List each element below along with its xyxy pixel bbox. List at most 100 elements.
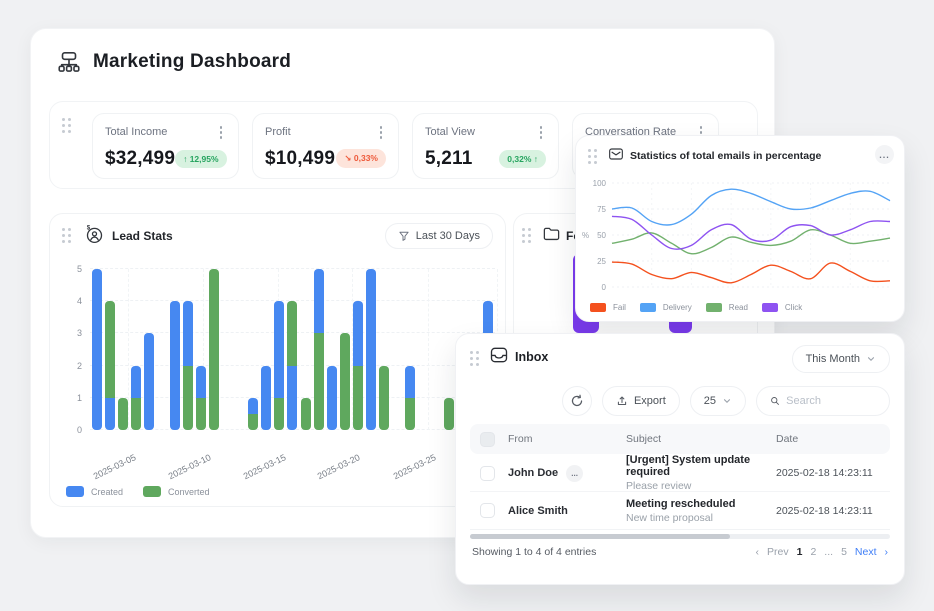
y-axis-tick: 100 [584, 179, 606, 188]
drag-handle[interactable] [588, 149, 597, 164]
stacked-bar [327, 366, 337, 430]
drag-handle[interactable] [62, 118, 71, 133]
bar-slot [443, 269, 456, 430]
bar-slot [312, 269, 325, 430]
chevron-down-icon [722, 396, 732, 406]
stacked-bar [405, 366, 415, 430]
legend-item[interactable]: Click [762, 303, 802, 312]
horizontal-scrollbar[interactable] [470, 534, 890, 539]
email-stats-card: Statistics of total emails in percentage… [575, 135, 905, 322]
drag-handle[interactable] [522, 228, 531, 243]
kebab-menu-icon[interactable] [536, 124, 547, 141]
bar-slot [351, 269, 364, 430]
svg-text:$: $ [87, 225, 91, 232]
bar-slot [129, 269, 142, 430]
search-input[interactable] [786, 395, 876, 407]
prev-chevron-icon[interactable]: ‹ [756, 546, 760, 558]
page-button[interactable]: 2 [810, 546, 816, 558]
page-size-select[interactable]: 25 [690, 386, 746, 416]
bar-slot [247, 269, 260, 430]
bar-slot [155, 269, 168, 430]
next-button[interactable]: Next [855, 546, 877, 558]
card-title: Lead Stats [112, 229, 173, 243]
card-title: Statistics of total emails in percentage [630, 150, 821, 162]
select-all-checkbox[interactable] [480, 432, 495, 447]
kebab-menu-icon[interactable] [376, 124, 387, 141]
inbox-toolbar: Export 25 [562, 386, 890, 416]
bar-slot [390, 269, 403, 430]
row-menu-button[interactable]: ... [566, 465, 583, 482]
bar-slot [404, 269, 417, 430]
email-line-chart [612, 183, 890, 287]
drag-handle[interactable] [470, 351, 479, 366]
stacked-bar [118, 398, 128, 430]
y-axis-tick: 5 [56, 264, 82, 274]
kebab-menu-icon[interactable] [216, 124, 227, 141]
row-checkbox[interactable] [480, 503, 495, 518]
kpi-card-profit: Profit $10,499 ↘ 0,33% [252, 113, 399, 179]
table-row[interactable]: John Doe ... [Urgent] System update requ… [470, 454, 890, 492]
dashboard-page: Marketing Dashboard Total Income $32,499… [0, 0, 934, 611]
dashboard-header: Marketing Dashboard [56, 49, 291, 75]
export-icon [616, 395, 628, 407]
stacked-bar [92, 269, 102, 430]
y-axis-tick: 4 [56, 296, 82, 306]
legend-swatch [143, 486, 161, 497]
prev-button[interactable]: Prev [767, 546, 789, 558]
refresh-button[interactable] [562, 386, 592, 416]
bar-slot [116, 269, 129, 430]
legend-swatch [590, 303, 606, 312]
stacked-bar [261, 366, 271, 430]
email-legend: Fail Delivery Read Click [590, 303, 802, 312]
column-header-subject: Subject [626, 433, 776, 445]
stacked-bar [340, 333, 350, 430]
search-box[interactable] [756, 386, 890, 416]
scrollbar-thumb[interactable] [470, 534, 730, 539]
legend-swatch [640, 303, 656, 312]
sitemap-icon [56, 49, 82, 75]
line-series-read [612, 230, 890, 254]
date-filter-button[interactable]: Last 30 Days [385, 223, 493, 249]
email-date: 2025-02-18 14:23:11 [776, 505, 890, 517]
legend-item[interactable]: Converted [143, 486, 210, 497]
legend-swatch [706, 303, 722, 312]
table-header-row: From Subject Date [470, 424, 890, 454]
table-row[interactable]: Alice Smith Meeting rescheduled New time… [470, 492, 890, 530]
x-axis-tick: 2025-03-25 [392, 452, 438, 481]
email-preview: New time proposal [626, 512, 776, 524]
bar-slot [168, 269, 181, 430]
page-button[interactable]: 5 [841, 546, 847, 558]
kpi-value: $32,499 [105, 148, 175, 170]
bar-slot [299, 269, 312, 430]
kpi-value: $10,499 [265, 148, 335, 170]
kpi-label: Total Income [105, 126, 167, 138]
page-button[interactable]: 1 [797, 546, 803, 558]
stacked-bar [248, 398, 258, 430]
legend-item[interactable]: Delivery [640, 303, 692, 312]
next-chevron-icon[interactable]: › [885, 546, 889, 558]
period-select[interactable]: This Month [792, 345, 890, 373]
stacked-bar [314, 269, 324, 430]
bar-slot [325, 269, 338, 430]
bar-slot [221, 269, 234, 430]
card-title: Inbox [515, 350, 548, 364]
lead-stats-card: $ Lead Stats Last 30 Days 2025-03-052025… [49, 213, 506, 507]
stacked-bar [379, 366, 389, 430]
bar-slot [142, 269, 155, 430]
legend-item[interactable]: Fail [590, 303, 626, 312]
bar-slot [430, 269, 443, 430]
export-button[interactable]: Export [602, 386, 680, 416]
column-header-from: From [508, 433, 626, 445]
bar-slot [273, 269, 286, 430]
more-menu-button[interactable]: ... [875, 145, 894, 164]
x-axis-tick: 2025-03-10 [167, 452, 213, 481]
row-checkbox[interactable] [480, 466, 495, 481]
legend-item[interactable]: Read [706, 303, 748, 312]
legend-swatch [762, 303, 778, 312]
legend-item[interactable]: Created [66, 486, 123, 497]
drag-handle[interactable] [62, 228, 71, 243]
bar-slot [417, 269, 430, 430]
page-title: Marketing Dashboard [93, 51, 291, 73]
bar-slot [364, 269, 377, 430]
page-ellipsis[interactable]: ... [824, 546, 833, 558]
